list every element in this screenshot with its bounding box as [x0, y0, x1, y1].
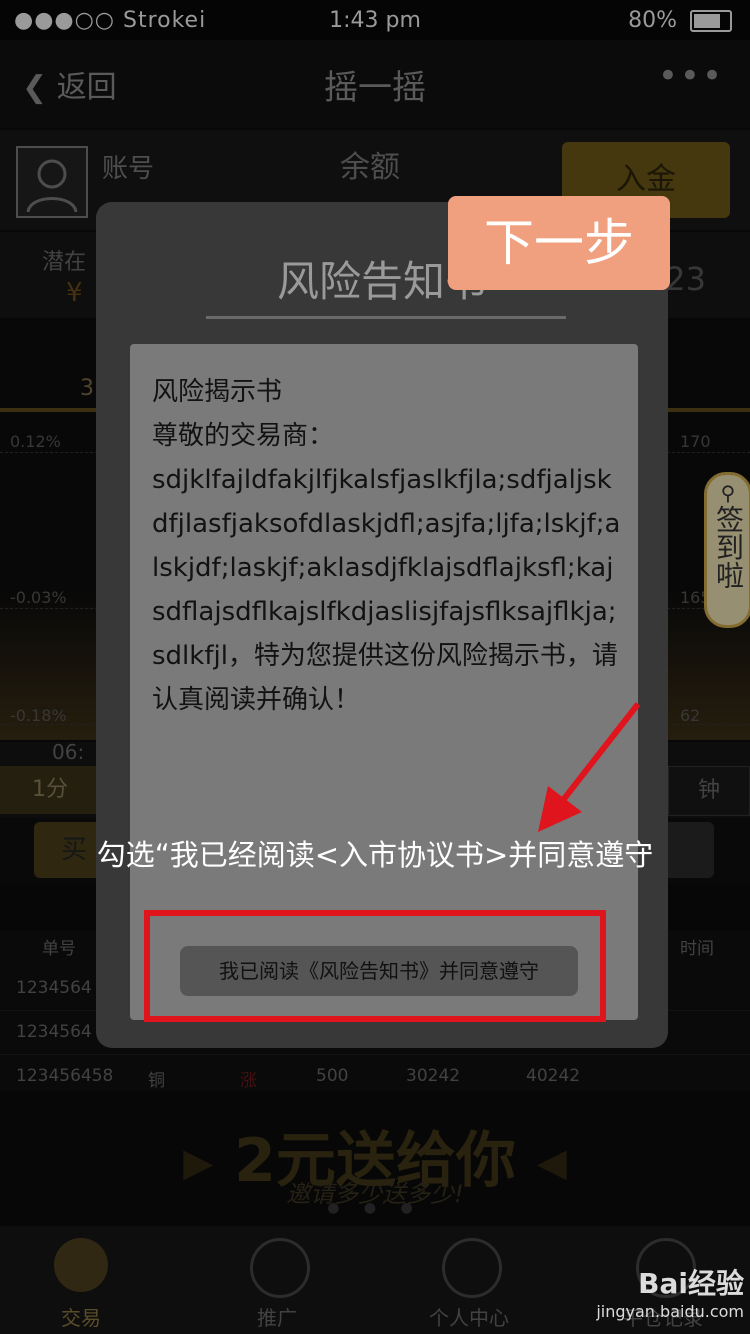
battery-icon [690, 10, 732, 32]
title-divider [206, 316, 566, 319]
watermark-url: jingyan.baidu.com [596, 1302, 744, 1321]
battery-level: 80% [628, 8, 732, 33]
notice-text: 风险揭示书 尊敬的交易商： sdjklfajldfakjlfjkalsfjasl… [152, 370, 622, 722]
status-bar: ●●●○○ Strokei 1:43 pm 80% [0, 0, 750, 40]
watermark-brand: Bai经验 [638, 1267, 744, 1300]
notice-heading: 风险揭示书 [152, 377, 283, 407]
notice-body: sdjklfajldfakjlfjkalsfjaslkfjla;sdfjaljs… [152, 465, 621, 715]
battery-percent: 80% [628, 8, 677, 33]
annotation-arrow-icon [538, 702, 641, 832]
notice-greeting: 尊敬的交易商： [152, 421, 335, 451]
watermark: Bai经验 jingyan.baidu.com [574, 1262, 744, 1321]
next-step-badge: 下一步 [448, 196, 670, 290]
annotation-caption: 勾选“我已经阅读<入市协议书>并同意遵守 [96, 838, 654, 872]
highlight-box [144, 910, 606, 1022]
